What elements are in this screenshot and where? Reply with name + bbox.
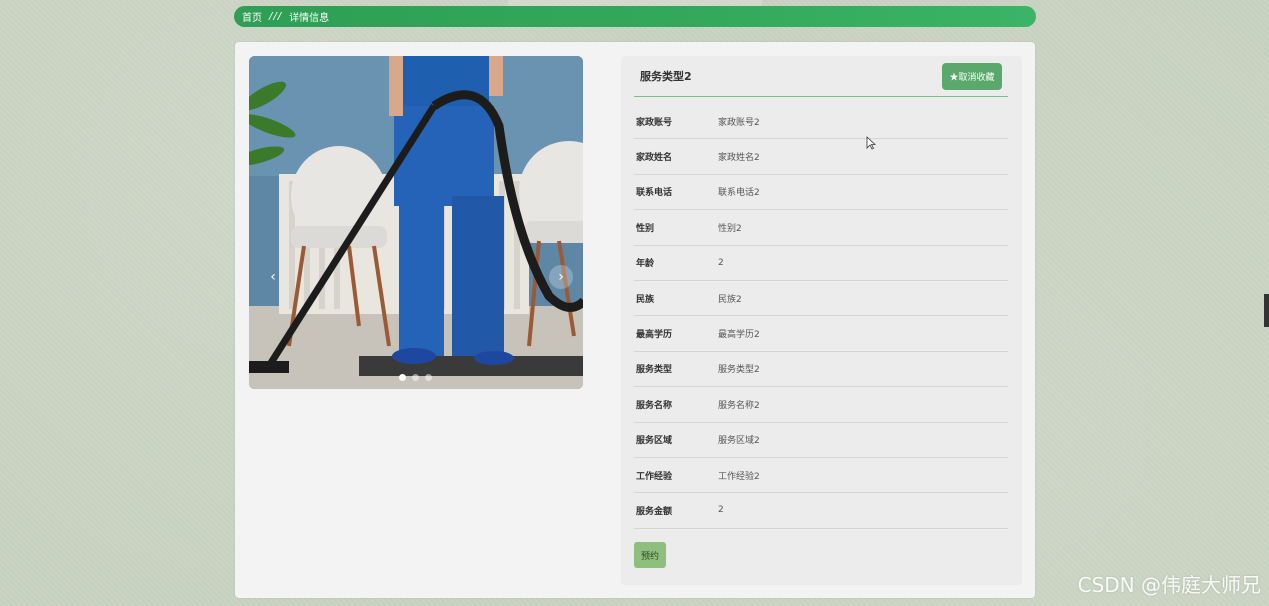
carousel-image-cleaning-worker: [249, 56, 583, 389]
field-label: 家政账号: [636, 117, 673, 128]
detail-row-service-name: 服务名称 服务名称2: [634, 387, 1008, 423]
detail-row-service-type: 服务类型 服务类型2: [634, 352, 1008, 388]
carousel-dot[interactable]: [412, 374, 419, 381]
field-value: 服务区域2: [718, 436, 760, 447]
detail-title: 服务类型2: [640, 70, 692, 83]
field-value: 服务名称2: [718, 400, 760, 411]
detail-row-price: 服务金额 2: [634, 493, 1008, 529]
field-value: 家政账号2: [718, 117, 760, 128]
field-value: 民族2: [718, 294, 742, 305]
field-label: 服务区域: [636, 436, 673, 447]
field-label: 最高学历: [636, 330, 673, 341]
mouse-cursor-icon: [866, 136, 876, 150]
carousel-prev-button[interactable]: ‹: [261, 265, 285, 289]
field-value: 性别2: [718, 223, 742, 234]
detail-row-gender: 性别 性别2: [634, 210, 1008, 246]
field-label: 服务类型: [636, 365, 673, 376]
field-label: 家政姓名: [636, 153, 673, 164]
unfavorite-button[interactable]: ★取消收藏: [942, 62, 1002, 90]
watermark: CSDN @伟庭大师兄: [1077, 573, 1261, 597]
book-button[interactable]: 预约: [634, 542, 666, 568]
detail-row-name: 家政姓名 家政姓名2: [634, 139, 1008, 175]
image-carousel[interactable]: ‹ ›: [249, 56, 583, 389]
breadcrumb-home-link[interactable]: 首页: [242, 9, 262, 24]
detail-row-age: 年龄 2: [634, 246, 1008, 281]
carousel-dot[interactable]: [425, 374, 432, 381]
carousel-indicators: [399, 374, 432, 381]
breadcrumb-separator: ///: [269, 11, 283, 22]
carousel-dot[interactable]: [399, 374, 406, 381]
detail-row-account: 家政账号 家政账号2: [634, 104, 1008, 140]
detail-row-service-area: 服务区域 服务区域2: [634, 423, 1008, 458]
scrollbar-thumb[interactable]: [1264, 294, 1269, 327]
field-label: 联系电话: [636, 188, 673, 199]
field-value: 家政姓名2: [718, 153, 760, 164]
field-label: 工作经验: [636, 471, 673, 482]
field-label: 服务金额: [636, 506, 673, 517]
carousel-next-button[interactable]: ›: [549, 265, 573, 289]
detail-panel: 服务类型2 ★取消收藏 家政账号 家政账号2 家政姓名 家政姓名2 联系电话 联系电话…: [621, 56, 1022, 585]
detail-row-experience: 工作经验 工作经验2: [634, 458, 1008, 494]
chevron-right-icon: ›: [558, 269, 564, 285]
field-value: 联系电话2: [718, 188, 760, 199]
field-value: 2: [718, 257, 724, 268]
field-label: 民族: [636, 294, 655, 305]
detail-row-phone: 联系电话 联系电话2: [634, 175, 1008, 211]
detail-row-ethnicity: 民族 民族2: [634, 281, 1008, 317]
field-value: 2: [718, 505, 724, 516]
breadcrumb: 首页 /// 详情信息: [234, 6, 1036, 27]
field-value: 工作经验2: [718, 471, 760, 482]
chevron-left-icon: ‹: [270, 269, 276, 285]
breadcrumb-current: 详情信息: [289, 13, 330, 24]
detail-header: 服务类型2 ★取消收藏: [634, 56, 1008, 97]
field-label: 性别: [636, 223, 655, 234]
field-value: 最高学历2: [718, 330, 760, 341]
field-label: 服务名称: [636, 400, 673, 411]
field-label: 年龄: [636, 259, 655, 270]
detail-row-education: 最高学历 最高学历2: [634, 316, 1008, 352]
field-value: 服务类型2: [718, 365, 760, 376]
detail-fields: 家政账号 家政账号2 家政姓名 家政姓名2 联系电话 联系电话2 性别 性别2 年龄 2 …: [634, 104, 1008, 529]
